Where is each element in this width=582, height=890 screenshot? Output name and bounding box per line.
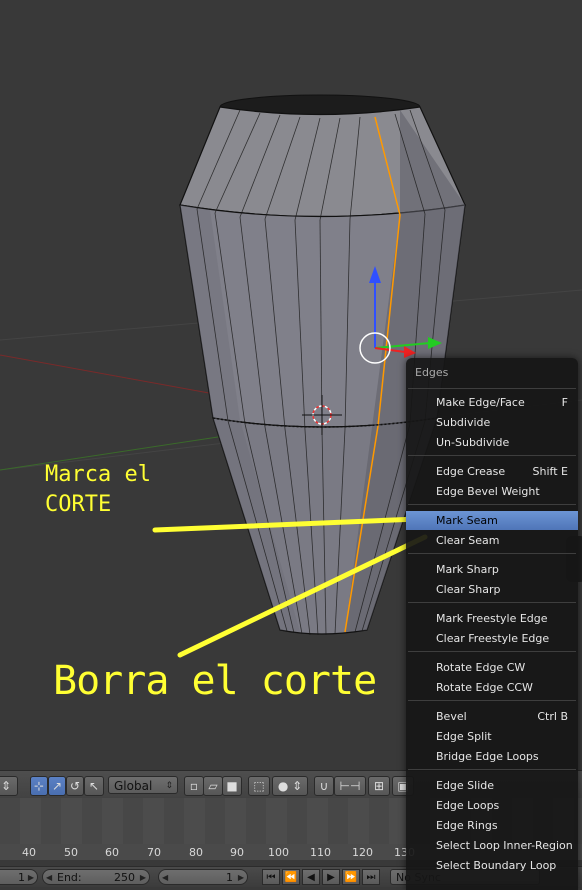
snap-toggle-button[interactable]: ∪ [314,776,334,796]
prev-keyframe-icon: ⏪ [284,872,298,883]
menu-item-subdivide[interactable]: Subdivide [406,413,578,432]
edge-select-button[interactable]: ▱ [203,776,223,796]
end-frame-field[interactable]: ◀ End: 250 ▶ [42,869,150,885]
snap-element-icon: ⊢⊣ [339,779,361,793]
menu-item-mark-freestyle-edge[interactable]: Mark Freestyle Edge [406,609,578,628]
menu-item-make-edge-face[interactable]: Make Edge/Face F [406,393,578,412]
play-icon: ▶ [327,872,335,883]
play-reverse-icon: ◀ [307,872,315,883]
timeline-tick: 100 [268,846,289,859]
menu-item-clear-seam[interactable]: Clear Seam [406,531,578,550]
menu-divider [408,602,576,603]
menu-divider [408,553,576,554]
jump-end-icon: ⏭ [366,872,376,883]
menu-item-edge-slide[interactable]: Edge Slide [406,776,578,795]
snap-element-select[interactable]: ⊢⊣ [334,776,366,796]
rotate-button[interactable]: ↺ [66,776,84,796]
current-frame-value: 1 [226,871,233,884]
magnet-icon: ∪ [319,779,329,793]
jump-end-button[interactable]: ⏭ [362,869,380,885]
menu-item-edge-rings[interactable]: Edge Rings [406,816,578,835]
prev-keyframe-button[interactable]: ⏪ [282,869,300,885]
start-frame-field[interactable]: 1 ▶ [0,869,38,885]
next-keyframe-icon: ⏩ [344,872,358,883]
jump-start-button[interactable]: ⏮ [262,869,280,885]
jump-start-icon: ⏮ [266,872,276,883]
menu-item-bridge-edge-loops[interactable]: Bridge Edge Loops [406,747,578,766]
limit-selection-icon: ⬚ [253,779,265,793]
timeline-tick: 120 [352,846,373,859]
current-frame-field[interactable]: ◀ 1 ▶ [158,869,248,885]
rotate-icon: ↺ [69,779,81,793]
timeline-tick: 40 [22,846,36,859]
limit-selection-button[interactable]: ⬚ [248,776,270,796]
arrow-right-icon: ▶ [27,873,34,882]
menu-item-edge-split[interactable]: Edge Split [406,727,578,746]
timeline-tick: 70 [147,846,161,859]
menu-item-clear-freestyle-edge[interactable]: Clear Freestyle Edge [406,629,578,648]
translate-button[interactable]: ↗ [48,776,66,796]
edges-menu: Edges Make Edge/Face F Subdivide Un-Subdi… [406,358,578,890]
menu-item-mark-seam[interactable]: Mark Seam [406,511,578,530]
proportional-edit-select[interactable]: ● ⇕ [272,776,308,796]
timeline-tick: 80 [189,846,203,859]
edge-mode-icon: ▱ [208,779,218,793]
proportional-edit-icon: ● ⇕ [277,779,303,793]
start-frame-value: 1 [18,871,25,884]
vertex-mode-icon: ▫ [189,779,199,793]
face-mode-icon: ■ [226,779,238,793]
arrow-left-icon: ◀ [46,873,53,882]
menu-divider [408,504,576,505]
menu-item-mark-sharp[interactable]: Mark Sharp [406,560,578,579]
annotation-clear-seam: Borra el corte [53,658,377,704]
annotation-mark-seam: Marca el CORTE [45,462,151,517]
menu-item-edge-bevel-weight[interactable]: Edge Bevel Weight [406,482,578,501]
snap-target-icon: ⊞ [373,779,385,793]
manipulator-icon: ⊹ [33,779,45,793]
play-reverse-button[interactable]: ◀ [302,869,320,885]
play-button[interactable]: ▶ [322,869,340,885]
arrow-right-icon: ▶ [139,873,146,882]
chevron-up-down-icon: ⇕ [0,779,12,793]
menu-item-un-subdivide[interactable]: Un-Subdivide [406,433,578,452]
transform-orientation-select[interactable]: Global ⇕ [108,776,178,794]
vertex-select-button[interactable]: ▫ [184,776,204,796]
scale-button[interactable]: ↖ [84,776,104,796]
timeline-tick: 90 [230,846,244,859]
timeline-tick: 110 [310,846,331,859]
menu-divider [408,700,576,701]
menu-divider [408,769,576,770]
manipulator-toggle-button[interactable]: ⊹ [30,776,48,796]
arrow-right-icon: ▶ [237,873,244,882]
chevron-up-down-icon: ⇕ [165,781,173,791]
next-keyframe-button[interactable]: ⏩ [342,869,360,885]
menu-title: Edges [415,366,449,379]
menu-item-edge-crease[interactable]: Edge Crease Shift E [406,462,578,481]
arrow-icon: ↗ [51,779,63,793]
menu-divider [408,651,576,652]
scale-icon: ↖ [88,779,100,793]
menu-item-bevel[interactable]: Bevel Ctrl B [406,707,578,726]
arrow-left-icon: ◀ [162,873,169,882]
face-select-button[interactable]: ■ [222,776,242,796]
menu-divider [408,388,576,389]
menu-item-rotate-edge-cw[interactable]: Rotate Edge CW [406,658,578,677]
end-frame-label: End: [57,871,82,884]
snap-target-button[interactable]: ⊞ [368,776,390,796]
orientation-value: Global [114,779,153,793]
menu-item-select-boundary-loop[interactable]: Select Boundary Loop [406,856,578,875]
timeline-tick: 50 [64,846,78,859]
mode-select[interactable]: ⇕ [0,776,18,796]
menu-item-clear-sharp[interactable]: Clear Sharp [406,580,578,599]
menu-item-rotate-edge-ccw[interactable]: Rotate Edge CCW [406,678,578,697]
menu-item-edge-loops[interactable]: Edge Loops [406,796,578,815]
menu-item-select-loop-inner-region[interactable]: Select Loop Inner-Region [406,836,578,855]
menu-divider [408,455,576,456]
end-frame-value: 250 [114,871,135,884]
timeline-tick: 60 [105,846,119,859]
